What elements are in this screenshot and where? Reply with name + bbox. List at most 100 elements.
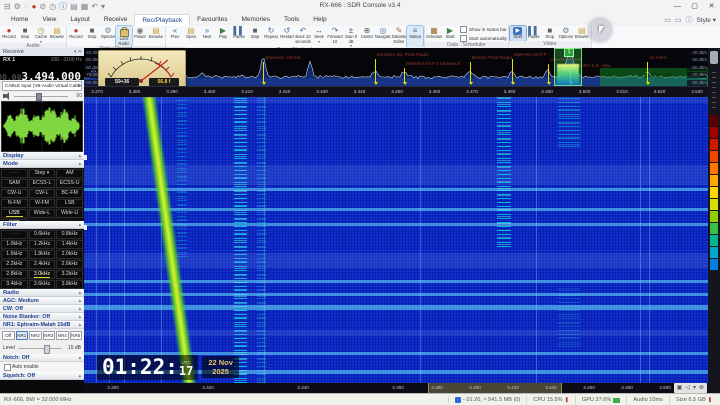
- dropdown-icon[interactable]: ▾: [693, 383, 696, 393]
- mode-cw-l[interactable]: CW-L: [28, 189, 56, 198]
- start-automatically-checkbox[interactable]: Start automatically: [460, 35, 507, 42]
- filter-1.6khz[interactable]: 1.6kHz: [1, 250, 28, 259]
- notch-row[interactable]: Notch: Off ▴: [0, 354, 84, 362]
- prev-button[interactable]: «Prev: [167, 26, 183, 47]
- mode-am[interactable]: AM: [56, 169, 83, 178]
- waterfall-palette-legend[interactable]: [710, 115, 718, 271]
- datafile-editor-button[interactable]: ✎ Datafile Editor: [391, 26, 407, 47]
- level-slider-thumb[interactable]: [44, 345, 50, 354]
- repeat-button[interactable]: ↻ Repeat: [263, 26, 279, 47]
- section-mode[interactable]: Mode ▴: [0, 160, 84, 168]
- filter-3.6khz[interactable]: 3.6kHz: [28, 280, 56, 289]
- tab-memories[interactable]: Memories: [234, 14, 277, 26]
- filter-1.4khz[interactable]: 1.4kHz: [56, 240, 83, 249]
- filter-3.4khz[interactable]: 3.4kHz: [1, 280, 28, 289]
- mode-sam[interactable]: SAM: [1, 179, 28, 188]
- audio-scope[interactable]: [1, 101, 83, 152]
- audio-mute-icon[interactable]: ◁: [685, 383, 690, 393]
- filter-2.2khz[interactable]: 2.2kHz: [1, 260, 28, 269]
- stop-button[interactable]: ■ Stop: [84, 26, 100, 46]
- close-panel-icon[interactable]: ⊗: [699, 383, 704, 393]
- waterfall-display[interactable]: 01:22 : UTC 17 22 Nov 2025: [84, 97, 708, 383]
- spectrum-display[interactable]: SLOW CW Shannon Volmet Drunken DJ, Pirat …: [84, 48, 708, 98]
- nr-button-nr2[interactable]: NR2: [29, 331, 42, 340]
- back-10-seconds-button[interactable]: ↶ Back 10 seconds: [295, 26, 311, 47]
- record-button[interactable]: ● Record: [1, 26, 17, 43]
- panel-header-icons[interactable]: ▾ ✕: [74, 48, 82, 56]
- stop-button[interactable]: ■ Stop: [17, 26, 33, 43]
- nr-button-nr1[interactable]: NR1: [15, 331, 28, 340]
- filter--[interactable]: · · ·: [1, 230, 28, 239]
- section-radio[interactable]: Radio ▴: [0, 289, 84, 297]
- mode-ecss-u[interactable]: ECSS-U: [56, 179, 83, 188]
- filter-3.0khz[interactable]: 3.0kHz: [28, 270, 56, 279]
- tab-tools[interactable]: Tools: [277, 14, 306, 26]
- tab-view[interactable]: View: [35, 14, 63, 26]
- tab-receive[interactable]: Receive: [97, 14, 134, 26]
- browse-button[interactable]: ▤ Browse: [148, 26, 164, 46]
- style-menu[interactable]: Style ▾: [696, 16, 716, 24]
- browse-button[interactable]: ▤ Browse: [49, 26, 65, 43]
- filter-1.8khz[interactable]: 1.8kHz: [28, 250, 56, 259]
- options-button[interactable]: ⚙ Options: [558, 26, 574, 41]
- filter-1.0khz[interactable]: 1.0kHz: [1, 240, 28, 249]
- squelch-row[interactable]: Squelch: Off ▴: [0, 372, 84, 380]
- stop-button[interactable]: ■ Stop: [542, 26, 558, 41]
- mode-wide-l[interactable]: Wide-L: [28, 209, 56, 218]
- options-button[interactable]: ⚙ Options: [100, 26, 116, 46]
- filter-2.6khz[interactable]: 2.6kHz: [56, 260, 83, 269]
- section-display[interactable]: Display ▴: [0, 152, 84, 160]
- tab-home[interactable]: Home: [4, 14, 35, 26]
- waterfall-frequency-scale[interactable]: 3.300 3.320 3.340 3.360 3.380 3.400 3.420 3.440…: [84, 383, 708, 393]
- filter-1.2khz[interactable]: 1.2kHz: [28, 240, 56, 249]
- tab-layout[interactable]: Layout: [63, 14, 97, 26]
- receive-panel-header[interactable]: Receive ▾ ✕: [0, 48, 84, 56]
- pause-button[interactable]: ▌▌ Pause: [526, 26, 542, 41]
- maximize-button[interactable]: ▢: [686, 0, 703, 13]
- cache-button[interactable]: ◷ Cache ▾: [33, 26, 49, 43]
- status-button[interactable]: ≡ Status: [406, 25, 424, 48]
- display-1-icon[interactable]: ▭: [664, 16, 671, 24]
- filter-0.6khz[interactable]: 0.6kHz: [28, 230, 56, 239]
- radio-row-0[interactable]: AGC: Medium ▴: [0, 297, 84, 305]
- mode-cw-u[interactable]: CW-U: [1, 189, 28, 198]
- navigator-button[interactable]: ◎Navigator: [375, 26, 391, 47]
- display-2-icon[interactable]: ▭: [675, 16, 682, 24]
- mode--[interactable]: · · ·: [1, 169, 28, 178]
- mode-usb[interactable]: USB: [1, 209, 28, 218]
- mode-lsb[interactable]: LSB: [56, 199, 83, 208]
- nr-button-off[interactable]: Off: [2, 331, 15, 340]
- gain-0-db-button[interactable]: ± Gain 0 dB ▾: [343, 26, 359, 48]
- contrast-slider-thumb[interactable]: [710, 51, 718, 64]
- visible-span-highlight[interactable]: [428, 383, 562, 393]
- volume-slider-thumb[interactable]: [36, 93, 42, 101]
- lock-radio-button[interactable]: Lock Radio: [115, 25, 133, 47]
- radio-row-2[interactable]: Noise Blanker: Off ▴: [0, 313, 84, 321]
- center-button[interactable]: ⊕ Center: [359, 26, 375, 47]
- level-slider[interactable]: [18, 348, 62, 349]
- pause-button[interactable]: ▌▌ Pause: [231, 26, 247, 47]
- power-button[interactable]: ◉ Power: [132, 26, 148, 46]
- tab-rec-playback[interactable]: Rec/Playback: [134, 14, 191, 26]
- next-button[interactable]: » Next: [199, 26, 215, 47]
- info-icon[interactable]: ⓘ: [685, 15, 692, 25]
- tab-favourites[interactable]: Favourites: [190, 14, 234, 26]
- radio-row-1[interactable]: CW: Off ▴: [0, 305, 84, 313]
- play-button[interactable]: ▶ Play: [215, 26, 231, 47]
- close-button[interactable]: ✕: [703, 0, 720, 13]
- nr-button-nr5[interactable]: NR5: [69, 331, 82, 340]
- frequency-display[interactable]: RX 1 100 - 3100 Hz 00.003.494.000: [0, 56, 84, 83]
- minimize-button[interactable]: —: [669, 0, 686, 13]
- start-button[interactable]: ▶ Start: [442, 26, 458, 42]
- record-button[interactable]: ● Record: [68, 26, 84, 46]
- auto-enable-checkbox[interactable]: [4, 364, 11, 371]
- filter-2.4khz[interactable]: 2.4kHz: [28, 260, 56, 269]
- show-in-status-bar-checkbox[interactable]: Show in status bar: [460, 26, 507, 33]
- start-button[interactable]: ▶ Start: [508, 25, 527, 42]
- print-icon[interactable]: ▣: [677, 383, 683, 393]
- mode-step-[interactable]: Step ▾: [28, 169, 56, 178]
- filter-0.8khz[interactable]: 0.8kHz: [56, 230, 83, 239]
- filter-3.8khz[interactable]: 3.8kHz: [56, 280, 83, 289]
- radio-row-3[interactable]: NR1: Ephraim-Malah 15dB ▴: [0, 321, 84, 329]
- seek-button[interactable]: ↔ Seek ▾: [311, 26, 327, 47]
